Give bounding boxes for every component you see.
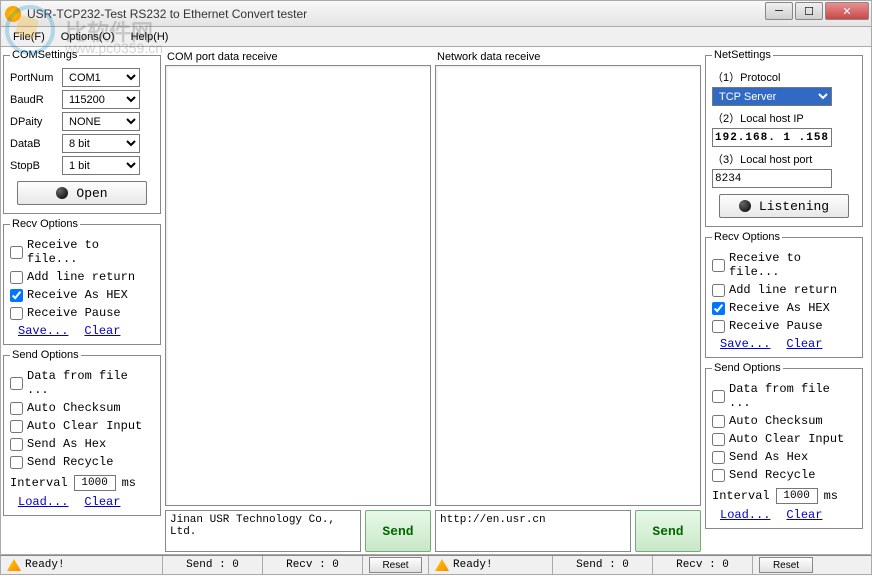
recv-options-left: Recv Options Receive to file... Add line… <box>3 218 161 345</box>
send-clear-link-r[interactable]: Clear <box>786 508 822 522</box>
parity-label: DPaity <box>10 116 58 128</box>
interval-input-r[interactable] <box>776 488 818 504</box>
window-title: USR-TCP232-Test RS232 to Ethernet Conver… <box>27 7 307 21</box>
send-clear-link-l[interactable]: Clear <box>84 495 120 509</box>
com-data-label: COM port data receive <box>167 51 431 63</box>
proto-select[interactable]: TCP Server <box>712 87 832 106</box>
recv-line-check-l[interactable] <box>10 271 23 284</box>
datab-label: DataB <box>10 138 58 150</box>
send-cksum-check-l[interactable] <box>10 402 23 415</box>
net-send-button[interactable]: Send <box>635 510 701 552</box>
portnum-select[interactable]: COM1 <box>62 68 140 87</box>
send-recycle-check-r[interactable] <box>712 469 725 482</box>
reset-button-2[interactable]: Reset <box>759 557 813 573</box>
port-input[interactable] <box>712 169 832 188</box>
maximize-button[interactable]: ☐ <box>795 2 823 20</box>
send-options-right: Send Options Data from file ... Auto Che… <box>705 362 863 529</box>
proto-label: （1）Protocol <box>712 69 856 85</box>
recv-clear-link-r[interactable]: Clear <box>786 337 822 351</box>
com-send-text[interactable]: Jinan USR Technology Co., Ltd. <box>165 510 361 552</box>
menu-help[interactable]: Help(H) <box>123 29 177 45</box>
send-cksum-check-r[interactable] <box>712 415 725 428</box>
send-load-link-l[interactable]: Load... <box>18 495 68 509</box>
portnum-label: PortNum <box>10 72 58 84</box>
send-recycle-check-l[interactable] <box>10 456 23 469</box>
stopb-select[interactable]: 1 bit <box>62 156 140 175</box>
titlebar: USR-TCP232-Test RS232 to Ethernet Conver… <box>0 0 872 27</box>
menubar: File(F) Options(O) Help(H) <box>0 27 872 47</box>
recv-hex-check-r[interactable] <box>712 302 725 315</box>
ready-icon <box>435 559 449 571</box>
app-icon <box>5 6 21 22</box>
com-data-area[interactable] <box>165 65 431 506</box>
send-hex-check-r[interactable] <box>712 451 725 464</box>
recv-line-check-r[interactable] <box>712 284 725 297</box>
ip-input[interactable] <box>712 128 832 147</box>
net-data-area[interactable] <box>435 65 701 506</box>
ip-label: （2）Local host IP <box>712 110 856 126</box>
port-label: （3）Local host port <box>712 151 856 167</box>
send-clr-check-l[interactable] <box>10 420 23 433</box>
baud-label: BaudR <box>10 94 58 106</box>
datab-select[interactable]: 8 bit <box>62 134 140 153</box>
recv-file-check-r[interactable] <box>712 259 725 272</box>
menu-options[interactable]: Options(O) <box>53 29 123 45</box>
net-settings-group: NetSettings （1）Protocol TCP Server （2）Lo… <box>705 49 863 227</box>
net-data-label: Network data receive <box>437 51 701 63</box>
interval-input-l[interactable] <box>74 475 116 491</box>
listening-button[interactable]: Listening <box>719 194 849 218</box>
close-button[interactable]: ✕ <box>825 2 869 20</box>
recv-file-check-l[interactable] <box>10 246 23 259</box>
menu-file[interactable]: File(F) <box>5 29 53 45</box>
send-clr-check-r[interactable] <box>712 433 725 446</box>
stopb-label: StopB <box>10 160 58 172</box>
recv-pause-check-l[interactable] <box>10 307 23 320</box>
baud-select[interactable]: 115200 <box>62 90 140 109</box>
status-dot-icon <box>739 200 751 212</box>
send-load-link-r[interactable]: Load... <box>720 508 770 522</box>
recv-count-1: Recv : 0 <box>263 556 363 574</box>
recv-options-right: Recv Options Receive to file... Add line… <box>705 231 863 358</box>
recv-save-link-r[interactable]: Save... <box>720 337 770 351</box>
open-button[interactable]: Open <box>17 181 147 205</box>
send-file-check-r[interactable] <box>712 390 725 403</box>
reset-button-1[interactable]: Reset <box>369 557 422 573</box>
net-send-text[interactable]: http://en.usr.cn <box>435 510 631 552</box>
minimize-button[interactable]: ─ <box>765 2 793 20</box>
send-options-left: Send Options Data from file ... Auto Che… <box>3 349 161 516</box>
status-dot-icon <box>56 187 68 199</box>
recv-count-2: Recv : 0 <box>653 556 753 574</box>
com-send-button[interactable]: Send <box>365 510 431 552</box>
ready-icon <box>7 559 21 571</box>
ready-text-2: Ready! <box>453 559 493 571</box>
recv-pause-check-r[interactable] <box>712 320 725 333</box>
recv-hex-check-l[interactable] <box>10 289 23 302</box>
ready-text-1: Ready! <box>25 559 65 571</box>
com-settings-group: COMSettings PortNumCOM1 BaudR115200 DPai… <box>3 49 161 214</box>
send-count-1: Send : 0 <box>163 556 263 574</box>
send-count-2: Send : 0 <box>553 556 653 574</box>
recv-save-link-l[interactable]: Save... <box>18 324 68 338</box>
recv-clear-link-l[interactable]: Clear <box>84 324 120 338</box>
send-hex-check-l[interactable] <box>10 438 23 451</box>
send-file-check-l[interactable] <box>10 377 23 390</box>
statusbar: Ready! Send : 0 Recv : 0 Reset Ready! Se… <box>0 555 872 575</box>
parity-select[interactable]: NONE <box>62 112 140 131</box>
